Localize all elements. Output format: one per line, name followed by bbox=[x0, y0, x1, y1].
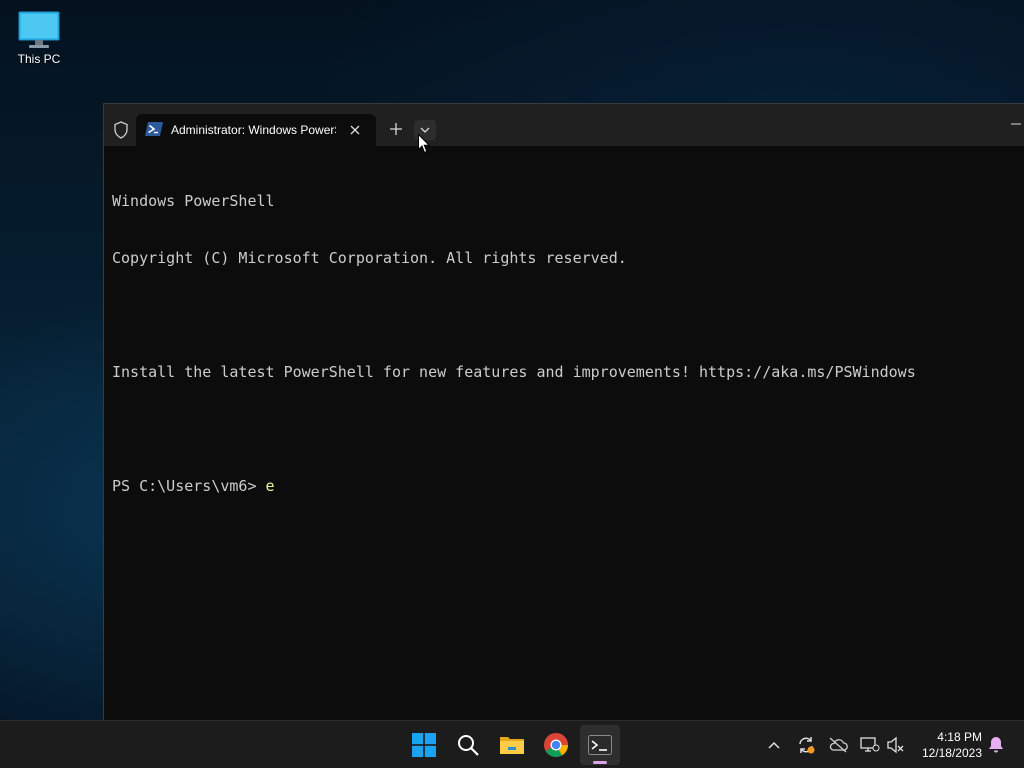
clock-date: 12/18/2023 bbox=[921, 746, 982, 760]
mouse-pointer-icon bbox=[418, 134, 430, 154]
console-output[interactable]: Windows PowerShell Copyright (C) Microso… bbox=[112, 154, 1017, 714]
chrome-button[interactable] bbox=[536, 725, 576, 765]
console-line: Windows PowerShell bbox=[112, 192, 275, 210]
close-tab-button[interactable] bbox=[346, 121, 364, 139]
desktop-icon-this-pc[interactable]: This PC bbox=[10, 8, 68, 66]
plus-icon bbox=[390, 123, 402, 135]
network-icon bbox=[860, 737, 880, 752]
typed-input[interactable]: e bbox=[266, 477, 275, 495]
console-line: Copyright (C) Microsoft Corporation. All… bbox=[112, 249, 627, 267]
show-hidden-icons-button[interactable] bbox=[762, 733, 786, 757]
clock-time: 4:18 PM bbox=[937, 730, 982, 744]
terminal-titlebar[interactable]: Administrator: Windows PowerShell bbox=[104, 104, 1024, 146]
search-icon bbox=[458, 735, 479, 756]
tab-powershell[interactable]: Administrator: Windows PowerShell bbox=[136, 114, 376, 146]
close-icon bbox=[350, 125, 360, 135]
desktop-icon-label: This PC bbox=[17, 52, 61, 66]
terminal-taskbar-button[interactable] bbox=[580, 725, 620, 765]
network-tray-button[interactable] bbox=[858, 733, 882, 757]
console-line: Install the latest PowerShell for new fe… bbox=[112, 363, 916, 381]
admin-shield-icon bbox=[110, 119, 132, 141]
prompt-text: PS C:\Users\vm6> bbox=[112, 477, 266, 495]
chevron-up-icon bbox=[768, 741, 780, 749]
terminal-window[interactable]: Administrator: Windows PowerShell Window… bbox=[103, 103, 1024, 720]
file-explorer-button[interactable] bbox=[492, 725, 532, 765]
volume-muted-icon bbox=[887, 736, 904, 754]
chrome-icon bbox=[544, 733, 568, 758]
sync-tray-button[interactable] bbox=[794, 733, 818, 757]
taskbar: 4:18 PM 12/18/2023 bbox=[0, 720, 1024, 768]
prompt-line[interactable]: PS C:\Users\vm6> e bbox=[112, 477, 1017, 496]
onedrive-tray-button[interactable] bbox=[826, 733, 850, 757]
monitor-icon bbox=[18, 11, 60, 48]
chevron-down-icon bbox=[420, 127, 430, 133]
volume-tray-button[interactable] bbox=[884, 733, 908, 757]
search-button[interactable] bbox=[448, 725, 488, 765]
cloud-off-icon bbox=[829, 737, 848, 753]
active-app-indicator bbox=[593, 761, 607, 764]
terminal-icon bbox=[588, 735, 612, 755]
windows-logo-icon bbox=[412, 733, 436, 757]
powershell-icon bbox=[145, 122, 163, 136]
tab-title: Administrator: Windows PowerShell bbox=[171, 123, 336, 137]
new-tab-button[interactable] bbox=[386, 118, 406, 140]
notification-bell-icon[interactable] bbox=[986, 735, 1006, 755]
minimize-icon bbox=[1011, 123, 1021, 125]
folder-icon bbox=[500, 737, 524, 754]
sync-icon bbox=[799, 737, 815, 754]
minimize-button[interactable] bbox=[1008, 116, 1024, 132]
start-button[interactable] bbox=[404, 725, 444, 765]
taskbar-clock[interactable]: 4:18 PM 12/18/2023 bbox=[912, 729, 982, 761]
